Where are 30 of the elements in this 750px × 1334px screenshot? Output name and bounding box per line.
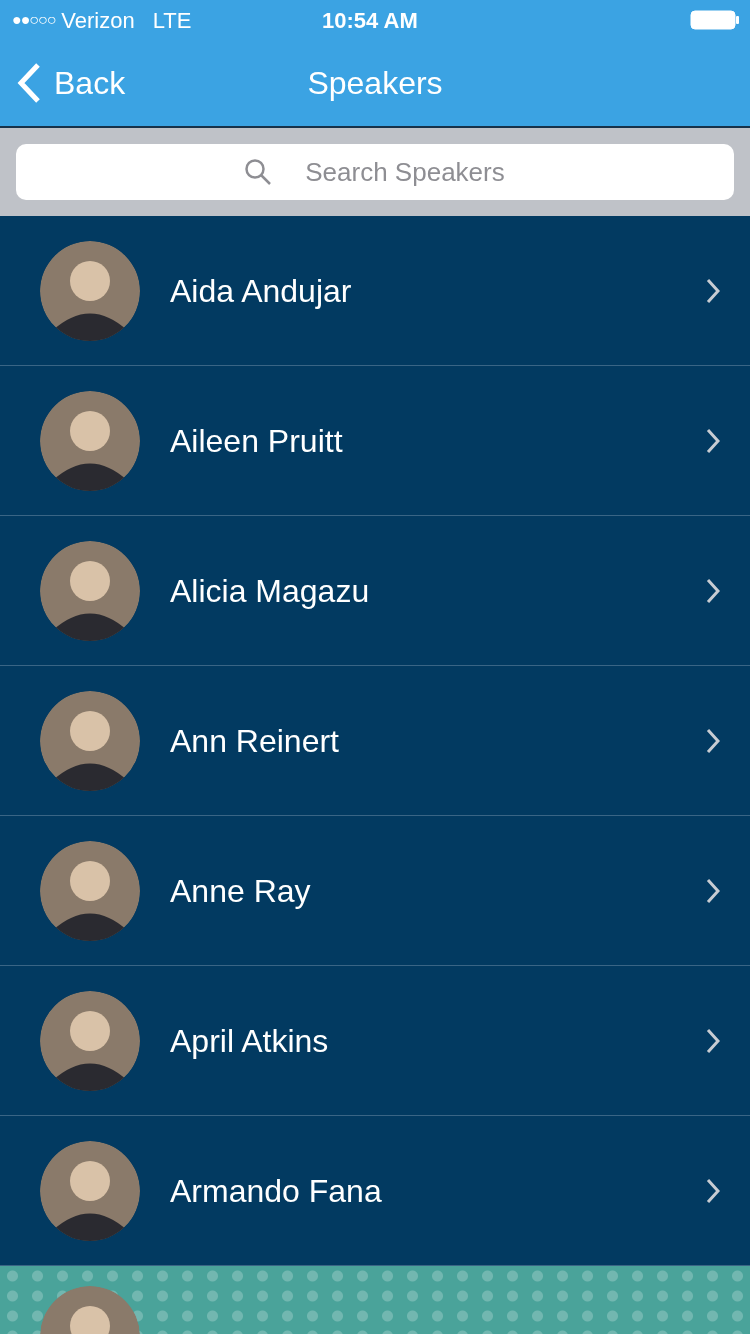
chevron-right-icon — [706, 577, 720, 604]
speaker-row[interactable]: Anne Ray — [0, 816, 750, 966]
screen-title: Speakers — [307, 64, 443, 103]
chevron-right-icon — [706, 877, 720, 904]
search-field[interactable]: Search Speakers — [16, 144, 734, 200]
chevron-right-icon — [706, 277, 720, 304]
speaker-name: Ann Reinert — [170, 721, 340, 761]
chevron-right-icon — [706, 427, 720, 454]
carrier-name: Verizon — [61, 6, 135, 35]
speaker-name: Anne Ray — [170, 871, 312, 911]
speaker-name: April Atkins — [170, 1021, 330, 1061]
search-icon — [244, 158, 272, 186]
speaker-row[interactable]: Aileen Pruitt — [0, 366, 750, 516]
signal-strength: ●●○○○ — [12, 10, 56, 30]
speaker-name: Alicia Magazu — [170, 571, 371, 611]
chevron-left-icon — [16, 62, 42, 104]
speaker-row[interactable]: April Atkins — [0, 966, 750, 1116]
speaker-name: Armando Fana — [170, 1171, 383, 1211]
chevron-right-icon — [706, 727, 720, 754]
speaker-row[interactable]: Ann Reinert — [0, 666, 750, 816]
chevron-right-icon — [706, 1177, 720, 1204]
speaker-row[interactable]: Alicia Magazu — [0, 516, 750, 666]
speaker-row[interactable]: Armando Fana — [0, 1116, 750, 1266]
clock: 10:54 AM — [322, 6, 418, 35]
battery-icon — [690, 10, 740, 30]
speaker-name: Aileen Pruitt — [170, 421, 344, 461]
network-type: LTE — [152, 6, 192, 35]
chevron-right-icon — [706, 1027, 720, 1054]
speaker-row[interactable]: Aida Andujar — [0, 216, 750, 366]
speaker-name: Aida Andujar — [170, 271, 353, 311]
